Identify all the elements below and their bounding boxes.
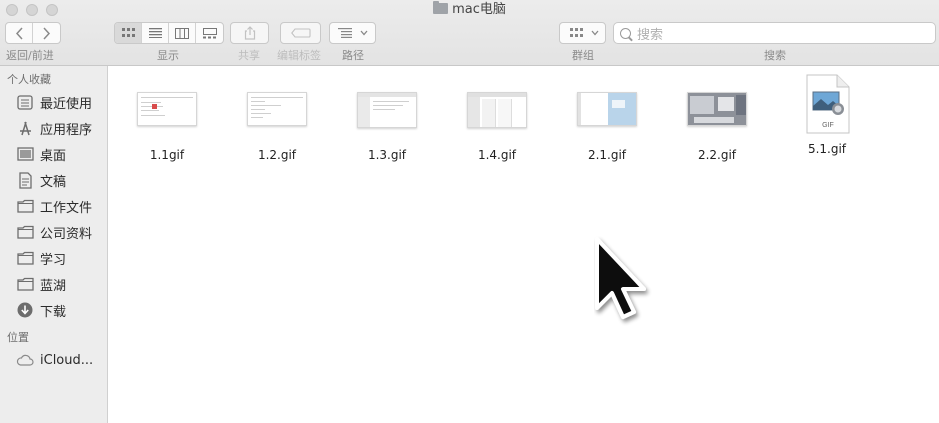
toolbar: mac电脑 返回/前进 显示 共享 编辑标签 路径 群组 搜索 搜索 xyxy=(0,0,939,66)
sidebar-item-label: 公司资料 xyxy=(40,226,93,242)
list-view-button[interactable] xyxy=(142,23,169,43)
file-item[interactable]: 2.2.gif xyxy=(667,84,767,162)
folder-icon xyxy=(16,250,34,266)
sidebar-item-icloud[interactable]: iCloud... xyxy=(0,347,107,373)
back-button[interactable] xyxy=(6,23,33,43)
sidebar-item-applications[interactable]: 应用程序 xyxy=(0,115,107,141)
file-item[interactable]: 1.4.gif xyxy=(447,84,547,162)
folder-icon xyxy=(433,1,449,14)
file-name: 5.1.gif xyxy=(807,142,847,156)
file-item[interactable]: GIF 5.1.gif xyxy=(777,74,877,156)
tags-label: 编辑标签 xyxy=(277,49,321,62)
sidebar-item-label: 桌面 xyxy=(40,148,67,164)
edit-tags-button[interactable] xyxy=(280,22,321,44)
share-icon xyxy=(244,26,255,40)
chevron-down-icon xyxy=(360,30,368,36)
sidebar-item-label: 应用程序 xyxy=(40,122,93,138)
desktop-icon xyxy=(16,146,34,162)
file-name: 2.2.gif xyxy=(697,148,737,162)
nav-buttons xyxy=(5,22,61,44)
file-browser: 1.1gif 1.2.gif 1.3.gif 1.4.gif 2.1.gif 2… xyxy=(109,66,939,423)
gallery-icon xyxy=(202,27,217,38)
sidebar-item-recents[interactable]: 最近使用 xyxy=(0,89,107,115)
file-name: 1.1gif xyxy=(149,148,185,162)
sidebar-item-desktop[interactable]: 桌面 xyxy=(0,141,107,167)
file-item[interactable]: 2.1.gif xyxy=(557,84,657,162)
file-item[interactable]: 1.1gif xyxy=(117,84,217,162)
chevron-right-icon xyxy=(43,26,51,40)
group-label: 群组 xyxy=(572,49,594,62)
documents-icon xyxy=(16,171,34,189)
search-icon xyxy=(620,27,631,39)
window-title: mac电脑 xyxy=(0,1,939,18)
sidebar-item-study[interactable]: 学习 xyxy=(0,245,107,271)
group-grid-icon xyxy=(570,28,583,37)
path-menu-icon xyxy=(338,28,352,38)
view-mode-control xyxy=(114,22,224,44)
path-label: 路径 xyxy=(342,49,364,62)
path-button[interactable] xyxy=(329,22,376,44)
mouse-cursor-icon xyxy=(594,236,658,330)
svg-text:GIF: GIF xyxy=(822,122,834,129)
sidebar-item-downloads[interactable]: 下载 xyxy=(0,297,107,323)
grid-icon xyxy=(121,28,135,37)
file-thumbnail xyxy=(687,92,747,126)
search-placeholder: 搜索 xyxy=(637,27,664,43)
gif-document-icon: GIF xyxy=(804,74,850,134)
sidebar-item-label: 工作文件 xyxy=(40,200,93,216)
file-thumbnail xyxy=(577,92,637,126)
recents-icon xyxy=(16,94,34,110)
view-label: 显示 xyxy=(157,49,179,62)
search-label: 搜索 xyxy=(764,49,786,62)
file-item[interactable]: 1.2.gif xyxy=(227,84,327,162)
sidebar-item-label: iCloud... xyxy=(40,352,94,368)
list-icon xyxy=(148,28,162,38)
icloud-icon xyxy=(16,352,34,368)
nav-label: 返回/前进 xyxy=(6,49,54,62)
sidebar-item-documents[interactable]: 文稿 xyxy=(0,167,107,193)
share-button[interactable] xyxy=(230,22,269,44)
sidebar-item-label: 最近使用 xyxy=(40,96,93,112)
file-name: 1.3.gif xyxy=(367,148,407,162)
file-thumbnail xyxy=(137,92,197,126)
share-label: 共享 xyxy=(238,49,260,62)
applications-icon xyxy=(16,120,34,136)
file-item[interactable]: 1.3.gif xyxy=(337,84,437,162)
group-button[interactable] xyxy=(559,22,606,44)
sidebar: 个人收藏 最近使用 应用程序 桌面 文稿 工作文件 公司资料 学习 蓝湖 下载 … xyxy=(0,66,108,423)
folder-icon xyxy=(16,224,34,240)
locations-header: 位置 xyxy=(7,331,29,344)
sidebar-item-lanhu[interactable]: 蓝湖 xyxy=(0,271,107,297)
search-field[interactable]: 搜索 xyxy=(613,22,936,44)
tag-icon xyxy=(290,28,311,38)
column-view-button[interactable] xyxy=(169,23,196,43)
chevron-left-icon xyxy=(15,26,23,40)
sidebar-item-work-files[interactable]: 工作文件 xyxy=(0,193,107,219)
sidebar-item-label: 文稿 xyxy=(40,174,67,190)
file-thumbnail xyxy=(247,92,307,126)
favorites-header: 个人收藏 xyxy=(7,73,51,86)
forward-button[interactable] xyxy=(33,23,60,43)
file-name: 1.2.gif xyxy=(257,148,297,162)
chevron-down-icon xyxy=(591,30,599,36)
sidebar-item-label: 学习 xyxy=(40,252,67,268)
gallery-view-button[interactable] xyxy=(196,23,223,43)
columns-icon xyxy=(175,27,189,39)
sidebar-item-label: 下载 xyxy=(40,304,67,320)
sidebar-item-label: 蓝湖 xyxy=(40,278,67,294)
downloads-icon xyxy=(16,302,34,318)
file-name: 2.1.gif xyxy=(587,148,627,162)
file-thumbnail xyxy=(357,92,417,128)
folder-icon xyxy=(16,198,34,214)
file-name: 1.4.gif xyxy=(477,148,517,162)
file-thumbnail xyxy=(467,92,527,128)
folder-icon xyxy=(16,276,34,292)
sidebar-item-company-docs[interactable]: 公司资料 xyxy=(0,219,107,245)
icon-view-button[interactable] xyxy=(115,23,142,43)
